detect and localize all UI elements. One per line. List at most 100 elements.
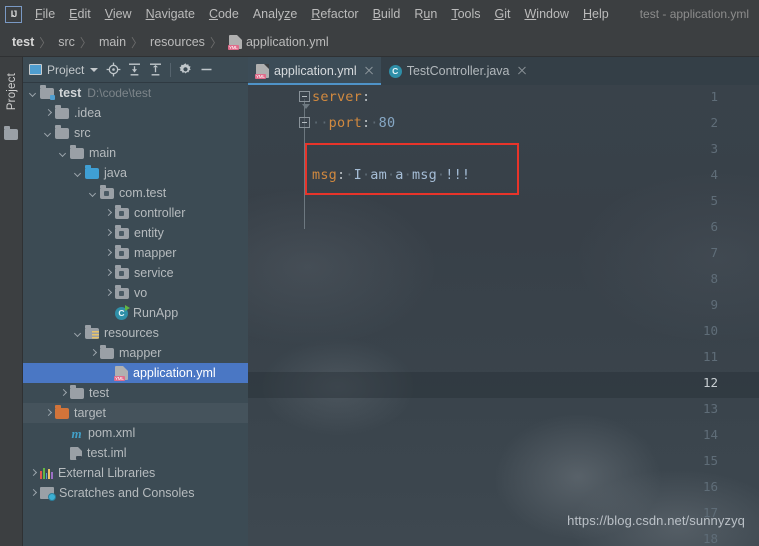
package-icon (115, 244, 129, 259)
breadcrumb-item-application-yml[interactable]: application.yml (225, 34, 333, 50)
editor-tab-application-yml[interactable]: application.yml (248, 57, 381, 85)
breadcrumb-label: test (12, 35, 35, 49)
tree-node-vo[interactable]: vo (23, 283, 248, 303)
chevron-right-icon[interactable] (104, 289, 113, 298)
menu-item-navigate[interactable]: Navigate (139, 4, 202, 24)
chevron-right-icon[interactable] (44, 409, 53, 418)
tree-node-label: java (104, 166, 127, 180)
breadcrumb-item-src[interactable]: src (54, 34, 79, 50)
expand-all-button[interactable] (124, 57, 145, 83)
tree-node-mapper[interactable]: mapper (23, 243, 248, 263)
chevron-right-icon[interactable] (104, 269, 113, 278)
breadcrumb-label: application.yml (245, 35, 329, 49)
tree-node-label: External Libraries (58, 466, 156, 480)
intellij-idea-window: IJ File Edit View Navigate Code Analyze Refact… (0, 0, 759, 546)
tree-node-label: target (74, 406, 106, 420)
watermark-text: https://blog.csdn.net/sunnyzyq (567, 513, 745, 528)
chevron-right-icon[interactable] (29, 469, 38, 478)
settings-gear-icon (179, 63, 192, 74)
chevron-down-icon[interactable] (29, 89, 38, 98)
tree-node-test[interactable]: test (23, 383, 248, 403)
line-number-18: 18 (702, 531, 718, 546)
settings-button[interactable] (175, 57, 196, 83)
external-libraries-icon (40, 467, 53, 479)
tool-window-button-project[interactable]: Project (0, 60, 23, 124)
breadcrumb-separator: 〉 (131, 35, 144, 50)
tree-node-label: mapper (119, 346, 162, 360)
tree-node-label: entity (134, 226, 164, 240)
tree-node-pom-xml[interactable]: m pom.xml (23, 423, 248, 443)
editor-area: application.ymlCTestController.java 1234… (248, 57, 759, 546)
code-editor[interactable]: 1 2 3 4 5 6 7 8 9 10 11 12 13 14 15 16 17 18 server: ··por… (248, 85, 759, 546)
tree-node-label: Scratches and Consoles (59, 486, 195, 500)
chevron-down-icon[interactable] (89, 189, 98, 198)
tree-node-external-libraries[interactable]: External Libraries (23, 463, 248, 483)
chevron-down-icon[interactable] (44, 129, 53, 138)
menu-item-tools[interactable]: Tools (444, 4, 487, 24)
line-number-10: 10 (702, 323, 718, 338)
tree-node-src[interactable]: src (23, 123, 248, 143)
line-number-5: 5 (710, 193, 718, 208)
editor-tab-testcontroller-java[interactable]: C TestController.java (381, 57, 534, 85)
menu-item-help[interactable]: Help (576, 4, 616, 24)
menu-item-git[interactable]: Git (488, 4, 518, 24)
tree-node-test[interactable]: test D:\code\test (23, 83, 248, 103)
tree-node-controller[interactable]: controller (23, 203, 248, 223)
hide-window-button[interactable] (196, 57, 217, 83)
breadcrumb-item-main[interactable]: main (95, 34, 130, 50)
chevron-right-icon[interactable] (29, 489, 38, 498)
tree-node-resources[interactable]: resources (23, 323, 248, 343)
tree-node--idea[interactable]: .idea (23, 103, 248, 123)
menu-item-refactor[interactable]: Refactor (304, 4, 365, 24)
menu-item-analyze[interactable]: Analyze (246, 4, 304, 24)
tree-node-service[interactable]: service (23, 263, 248, 283)
folder-icon (70, 144, 84, 159)
menu-item-edit[interactable]: Edit (62, 4, 98, 24)
tree-node-target[interactable]: target (23, 403, 248, 423)
code-line-4: msg:·I·am·a·msg·!!! (312, 167, 471, 183)
tree-node-scratches-and-consoles[interactable]: Scratches and Consoles (23, 483, 248, 503)
breadcrumb-label: resources (150, 35, 205, 49)
tree-node-com-test[interactable]: com.test (23, 183, 248, 203)
chevron-right-icon[interactable] (59, 389, 68, 398)
fold-toggle-line-1[interactable] (299, 91, 310, 102)
breadcrumb-item-test[interactable]: test (8, 34, 38, 50)
tree-node-main[interactable]: main (23, 143, 248, 163)
line-number-7: 7 (710, 245, 718, 260)
locate-in-tree-button[interactable] (103, 57, 124, 83)
close-icon[interactable] (517, 66, 527, 76)
chevron-down-icon[interactable] (74, 169, 83, 178)
chevron-down-icon[interactable] (59, 149, 68, 158)
tree-node-application-yml[interactable]: application.yml (23, 363, 248, 383)
fold-toggle-line-2[interactable] (299, 117, 310, 128)
chevron-right-icon[interactable] (104, 209, 113, 218)
breadcrumb-item-resources[interactable]: resources (146, 34, 209, 50)
chevron-down-icon (90, 67, 99, 72)
chevron-right-icon[interactable] (104, 249, 113, 258)
expand-all-icon (129, 63, 141, 76)
menu-item-window[interactable]: Window (517, 4, 575, 24)
tree-node-runapp[interactable]: C RunApp (23, 303, 248, 323)
close-icon[interactable] (364, 66, 374, 76)
tree-node-java[interactable]: java (23, 163, 248, 183)
line-number-15: 15 (702, 453, 718, 468)
chevron-right-icon[interactable] (89, 349, 98, 358)
chevron-down-icon[interactable] (74, 329, 83, 338)
tree-node-label: test (89, 386, 110, 400)
menu-item-view[interactable]: View (98, 4, 139, 24)
tree-node-mapper[interactable]: mapper (23, 343, 248, 363)
tree-node-label: com.test (119, 186, 167, 200)
tree-node-entity[interactable]: entity (23, 223, 248, 243)
menu-item-file[interactable]: File (28, 4, 62, 24)
menu-item-run[interactable]: Run (407, 4, 444, 24)
project-view-selector[interactable]: Project (23, 57, 103, 83)
collapse-all-button[interactable] (145, 57, 166, 83)
menu-item-code[interactable]: Code (202, 4, 246, 24)
menu-item-build[interactable]: Build (366, 4, 408, 24)
chevron-right-icon[interactable] (104, 229, 113, 238)
intellij-idea-logo-icon: IJ (5, 5, 22, 23)
chevron-right-icon[interactable] (44, 109, 53, 118)
tree-node-test-iml[interactable]: test.iml (23, 443, 248, 463)
